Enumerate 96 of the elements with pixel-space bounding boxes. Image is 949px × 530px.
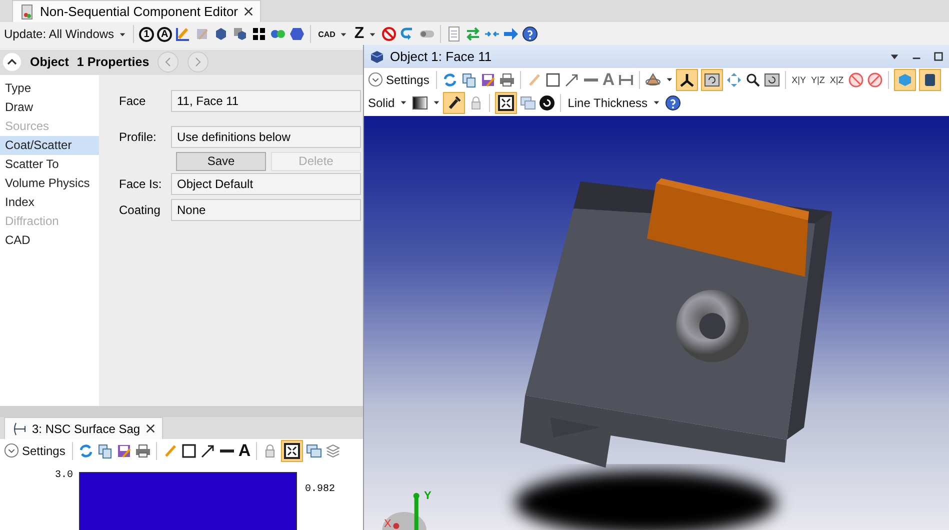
face-dropdown[interactable]: 11, Face 11 (171, 90, 361, 112)
print-icon[interactable] (135, 442, 152, 459)
reset-icon[interactable] (538, 94, 555, 110)
sidebar-item[interactable]: Type (0, 78, 99, 98)
field-label: Face (119, 94, 147, 108)
right-arrow-icon[interactable] (503, 26, 520, 42)
page-icon[interactable] (446, 26, 462, 42)
caret-icon (666, 76, 673, 83)
sidebar-item[interactable]: Volume Physics (0, 174, 99, 193)
caret-icon (119, 30, 126, 38)
sag-window-tab[interactable]: 3: NSC Surface Sag (4, 417, 164, 440)
no-sign-icon[interactable] (848, 72, 864, 88)
cylinder-button[interactable] (918, 68, 941, 90)
reset-view-icon[interactable] (764, 72, 780, 88)
copy-icon[interactable] (97, 442, 114, 459)
fit-button[interactable] (494, 92, 517, 114)
help-icon[interactable] (522, 26, 538, 42)
settings-button[interactable]: Settings (2, 443, 68, 458)
fit-icon (498, 94, 514, 110)
windows-icon[interactable] (306, 442, 322, 459)
caret-icon (400, 99, 407, 106)
no-sign-icon[interactable] (381, 26, 398, 42)
refresh-icon[interactable] (442, 72, 458, 88)
copy-icon[interactable] (461, 72, 478, 88)
refresh-button[interactable]: A (157, 26, 172, 42)
caret-icon (652, 99, 660, 106)
axis-label: Y (424, 490, 432, 502)
y-axis-tick: 3.0 (55, 470, 74, 482)
plane-view-button[interactable]: X|Y (790, 74, 807, 84)
rectangle-icon[interactable] (545, 72, 562, 88)
text-tool-button[interactable]: A (602, 70, 615, 90)
layers-icon[interactable] (324, 442, 341, 459)
caret-icon (432, 99, 440, 106)
axes-icon (678, 72, 695, 88)
maximize-icon[interactable] (933, 51, 944, 62)
window-title: Object 1: Face 11 (390, 49, 492, 64)
object-label: Object (30, 55, 69, 70)
pen-axes-icon[interactable] (175, 26, 192, 42)
no-sign-icon[interactable] (866, 72, 883, 88)
rectangle-icon[interactable] (181, 442, 198, 459)
save-button[interactable]: Save (176, 152, 266, 171)
sidebar-item[interactable]: Coat/Scatter (0, 136, 99, 155)
z-dropdown[interactable]: Z (352, 25, 378, 44)
cube-icon (896, 72, 913, 88)
fit-button[interactable] (280, 440, 303, 462)
cad-dropdown[interactable]: CAD (316, 30, 350, 39)
refresh-icon[interactable] (78, 442, 94, 459)
text-tool-button[interactable]: A (238, 440, 251, 461)
caret-icon (369, 30, 376, 38)
save-icon[interactable] (116, 442, 132, 459)
axis-label: X (384, 518, 392, 530)
plane-view-button[interactable]: X|Z (828, 74, 845, 84)
render-mode-dropdown[interactable]: Solid (366, 96, 409, 110)
field-label: Profile: (119, 130, 158, 144)
search-icon[interactable] (744, 72, 761, 88)
close-icon[interactable] (243, 6, 254, 17)
update-dropdown[interactable]: Update: All Windows (2, 27, 128, 42)
cube-icon (369, 48, 385, 64)
print-icon[interactable] (499, 72, 516, 88)
collapse-icon[interactable] (2, 52, 22, 72)
field-label: Face Is: (119, 176, 163, 191)
fit-icon (284, 442, 300, 459)
hexagon-icon[interactable] (289, 26, 306, 42)
rotate-view-icon[interactable] (644, 72, 661, 88)
field-label: Coating (119, 202, 162, 217)
sidebar-item[interactable]: Index (0, 192, 99, 212)
axes-button[interactable] (676, 68, 698, 90)
sidebar-item[interactable]: Scatter To (0, 154, 99, 174)
close-icon[interactable] (145, 423, 156, 434)
line-thickness-dropdown[interactable]: Line Thickness (566, 96, 662, 110)
document-icon (19, 4, 35, 20)
bracket-icon (11, 420, 27, 437)
save-icon[interactable] (480, 72, 496, 88)
rotate-icon (704, 72, 720, 88)
rotate-button[interactable] (700, 68, 723, 90)
color-scale-label: 0.982 (305, 484, 336, 496)
face-type-dropdown[interactable]: Object Default (171, 172, 361, 195)
sidebar-item[interactable]: Draw (0, 98, 99, 117)
arrow-icon[interactable] (200, 442, 216, 459)
plane-view-button[interactable]: Y|Z (810, 74, 826, 84)
profile-dropdown[interactable]: Use definitions below (171, 126, 361, 148)
chevron-icon (368, 72, 383, 87)
editor-tab[interactable]: Non-Sequential Component Editor (12, 0, 262, 22)
help-icon[interactable] (664, 94, 681, 110)
flashlight-button[interactable] (442, 92, 465, 114)
cubes-icon[interactable] (232, 26, 248, 42)
properties-label: 1 Properties (76, 55, 150, 70)
grid-icon[interactable] (251, 26, 268, 42)
chevron-icon (4, 443, 19, 458)
coating-dropdown[interactable]: None (171, 198, 361, 221)
refresh-button[interactable]: 1 (139, 26, 154, 42)
gradient-icon[interactable] (412, 94, 428, 110)
swap-arrows-icon[interactable] (465, 26, 482, 42)
sidebar-item[interactable]: CAD (0, 230, 99, 250)
caret-icon (340, 30, 348, 38)
settings-button[interactable]: Settings (366, 72, 432, 87)
